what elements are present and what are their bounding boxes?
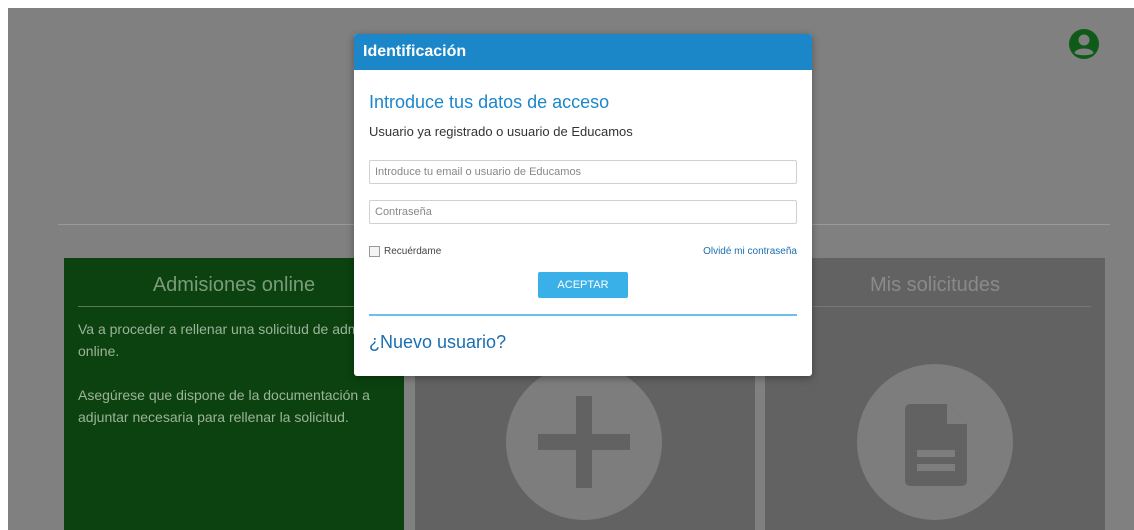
card-divider <box>779 306 1091 307</box>
username-input[interactable] <box>369 160 797 184</box>
modal-title: Introduce tus datos de acceso <box>369 92 610 112</box>
user-circle-icon[interactable] <box>1068 28 1100 60</box>
accept-button[interactable]: ACEPTAR <box>538 272 628 298</box>
card-divider <box>78 306 390 307</box>
remember-me[interactable]: Recuérdame <box>369 246 441 257</box>
forgot-password-link[interactable]: Olvidé mi contraseña <box>703 246 797 257</box>
card-paragraph: Asegúrese que dispone de la documentació… <box>78 387 370 425</box>
modal-subtitle: Usuario ya registrado o usuario de Educa… <box>369 124 633 139</box>
card-title: Mis solicitudes <box>869 274 1001 296</box>
page-background: Admisiones online Va a proceder a rellen… <box>8 8 1134 530</box>
card-my-applications[interactable]: Mis solicitudes <box>765 258 1105 530</box>
password-input[interactable] <box>369 200 797 224</box>
login-modal: Identificación Introduce tus datos de ac… <box>354 34 812 376</box>
plus-icon <box>506 364 662 520</box>
document-icon <box>857 364 1013 520</box>
card-online-admissions[interactable]: Admisiones online Va a proceder a rellen… <box>64 258 404 530</box>
remember-label: Recuérdame <box>384 246 442 257</box>
new-user-link[interactable]: ¿Nuevo usuario? <box>369 332 506 353</box>
card-title: Admisiones online <box>152 274 316 296</box>
remember-checkbox[interactable] <box>369 246 380 257</box>
modal-divider <box>369 314 797 316</box>
modal-header: Identificación <box>354 34 812 70</box>
card-paragraph: Va a proceder a rellenar una solicitud d… <box>78 321 389 359</box>
